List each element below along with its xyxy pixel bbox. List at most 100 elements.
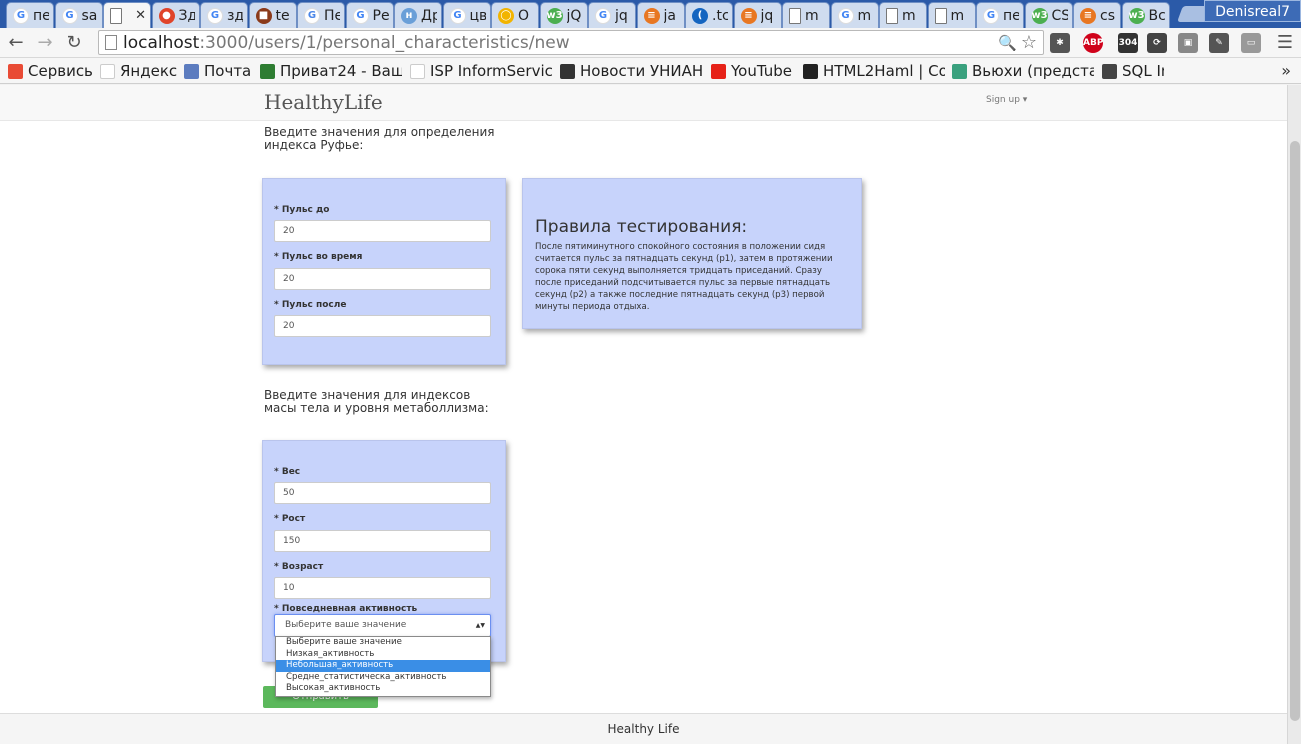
bookmarks-more-button[interactable]: » [1281, 61, 1291, 80]
puzzle-extension-icon[interactable]: ▣ [1178, 33, 1198, 53]
browser-tab[interactable]: m [879, 2, 927, 28]
browser-tab[interactable]: Gпе [6, 2, 54, 28]
browser-tab[interactable]: Gsa [54, 2, 103, 28]
url-text[interactable]: localhost:3000/users/1/personal_characte… [123, 32, 570, 54]
tab-close-icon[interactable]: ✕ [131, 8, 146, 23]
reload-button[interactable]: ↻ [62, 31, 86, 55]
menu-button[interactable]: ☰ [1273, 31, 1297, 55]
profile-button[interactable]: Denisreal7 [1204, 0, 1301, 22]
vertical-scrollbar[interactable] [1287, 85, 1301, 744]
bookmark-label: SQL In [1122, 62, 1164, 80]
browser-tab[interactable]: ■ te [248, 2, 297, 28]
bookmark-label: ISP InformService [430, 62, 552, 80]
body-input[interactable]: 50 [274, 482, 491, 504]
tab-title: Пе [324, 7, 340, 24]
page-icon [105, 35, 117, 50]
site-footer: Healthy Life [0, 713, 1287, 744]
tab-favicon-icon [110, 7, 122, 24]
activity-option[interactable]: Высокая_активность [276, 683, 490, 695]
tab-title: Ре [372, 7, 389, 24]
body-input[interactable]: 10 [274, 577, 491, 599]
body-input[interactable]: 150 [274, 530, 491, 552]
browser-tab[interactable]: m [927, 2, 976, 28]
zoom-icon[interactable]: 🔍 [998, 34, 1017, 52]
bookmark-label: Почта [204, 62, 252, 80]
bookmark-icon [711, 63, 726, 79]
pulse-label: * Пульс после [274, 300, 347, 310]
browser-tab[interactable]: w3 Вс [1121, 2, 1170, 28]
browser-tab[interactable]: Gm [830, 2, 879, 28]
tab-favicon-icon: ≡ [1080, 7, 1096, 24]
activity-option[interactable]: Небольшая_активность [276, 660, 490, 672]
browser-tab[interactable]: ●Зд [151, 2, 200, 28]
ruffier-panel: * Пульс до 20 * Пульс во время 20 * Пульс по… [262, 178, 506, 365]
browser-tab[interactable]: ≡ jq [733, 2, 782, 28]
tab-title: m [902, 7, 916, 24]
bookmark-item[interactable]: Новости УНИАН [560, 61, 703, 81]
tab-title: ja [663, 7, 676, 24]
eyedropper-extension-icon[interactable]: ✎ [1209, 33, 1229, 53]
browser-tab[interactable]: Gцв [442, 2, 491, 28]
bookmark-item[interactable]: ISP InformService [410, 61, 552, 81]
bookmark-item[interactable]: Сервисы [8, 61, 92, 81]
bookmark-icon [952, 63, 967, 79]
bookmark-icon [184, 63, 199, 79]
browser-tab[interactable]: Gjq [588, 2, 636, 28]
browser-tab[interactable]: Gзд [200, 2, 248, 28]
tab-favicon-icon: w3 [546, 7, 563, 24]
sync-extension-icon[interactable]: ⟳ [1147, 33, 1167, 53]
browser-tab[interactable]: (.tc [685, 2, 733, 28]
browser-tab[interactable]: нДр [394, 2, 442, 28]
browser-tab[interactable]: w3CS [1024, 2, 1073, 28]
browser-tab[interactable]: Gпе [976, 2, 1024, 28]
tab-strip: GпеGsa✕●ЗдGзд■teGПеGРенДрGцв◯Оw3jQGjq≡ja… [0, 0, 1301, 28]
rules-text: После пятиминутного спокойного состояния… [535, 242, 833, 312]
screen-extension-icon[interactable]: ▭ [1241, 33, 1261, 53]
bookmark-item[interactable]: SQL In [1102, 61, 1164, 81]
mass-intro: Введите значения для индексов масы тела … [264, 388, 489, 415]
bookmark-label: Приват24 - Ваш и [280, 62, 402, 80]
browser-tab[interactable]: GПе [297, 2, 345, 28]
pulse-input[interactable]: 20 [274, 268, 491, 290]
bookmark-item[interactable]: Вьюхи (представ [952, 61, 1094, 81]
activity-option[interactable]: Выберите ваше значение [276, 637, 490, 649]
activity-select[interactable]: Выберите ваше значение ▲▼ [274, 614, 491, 637]
browser-tab[interactable]: ≡ ja [636, 2, 685, 28]
page-viewport: HealthyLife Sign up ▾ Введите значения д… [0, 85, 1287, 744]
tab-favicon-icon: w3 [1128, 7, 1145, 24]
browser-tab[interactable]: m [782, 2, 830, 28]
adblock-extension-icon[interactable]: ABP [1083, 33, 1103, 53]
bookmark-item[interactable]: Приват24 - Ваш и [260, 61, 402, 81]
tab-favicon-icon: ● [158, 7, 175, 24]
activity-option[interactable]: Низкая_активность [276, 649, 490, 661]
activity-option[interactable]: Средне_статистическа_активность [276, 672, 490, 684]
tab-title: jq [760, 7, 774, 24]
address-bar[interactable]: localhost:3000/users/1/personal_characte… [98, 30, 1044, 55]
bookmark-item[interactable]: Яндекс [100, 61, 178, 81]
browser-tab[interactable]: ≡ cs [1073, 2, 1121, 28]
activity-dropdown-list[interactable]: Выберите ваше значение Низкая_активность Н… [275, 636, 491, 697]
tab-title: .tc [712, 7, 728, 24]
body-label: * Рост [274, 514, 306, 524]
tab-favicon-icon: G [207, 7, 223, 24]
browser-tab[interactable]: G Ре [345, 2, 394, 28]
signup-dropdown[interactable]: Sign up ▾ [986, 95, 1027, 105]
bug-extension-icon[interactable]: ✱ [1050, 33, 1070, 53]
forward-button[interactable]: → [33, 31, 57, 55]
scrollbar-thumb[interactable] [1290, 141, 1300, 721]
pulse-label: * Пульс до [274, 205, 330, 215]
browser-tab[interactable]: ◯ О [491, 2, 539, 28]
bookmark-label: HTML2Haml | Con [823, 62, 945, 80]
back-button[interactable]: ← [4, 31, 28, 55]
bookmark-item[interactable]: YouTube [711, 61, 795, 81]
site-brand[interactable]: HealthyLife [264, 90, 383, 114]
browser-tab[interactable]: w3 jQ [539, 2, 588, 28]
http-status-extension-icon[interactable]: 304 [1118, 33, 1138, 53]
pulse-input[interactable]: 20 [274, 315, 491, 337]
bookmark-item[interactable]: Почта [184, 61, 254, 81]
rules-panel: Правила тестирования: После пятиминутног… [522, 178, 862, 329]
bookmark-item[interactable]: HTML2Haml | Con [803, 61, 945, 81]
pulse-input[interactable]: 20 [274, 220, 491, 242]
bookmark-star-icon[interactable]: ☆ [1021, 32, 1037, 53]
browser-tab[interactable]: ✕ [103, 2, 151, 28]
